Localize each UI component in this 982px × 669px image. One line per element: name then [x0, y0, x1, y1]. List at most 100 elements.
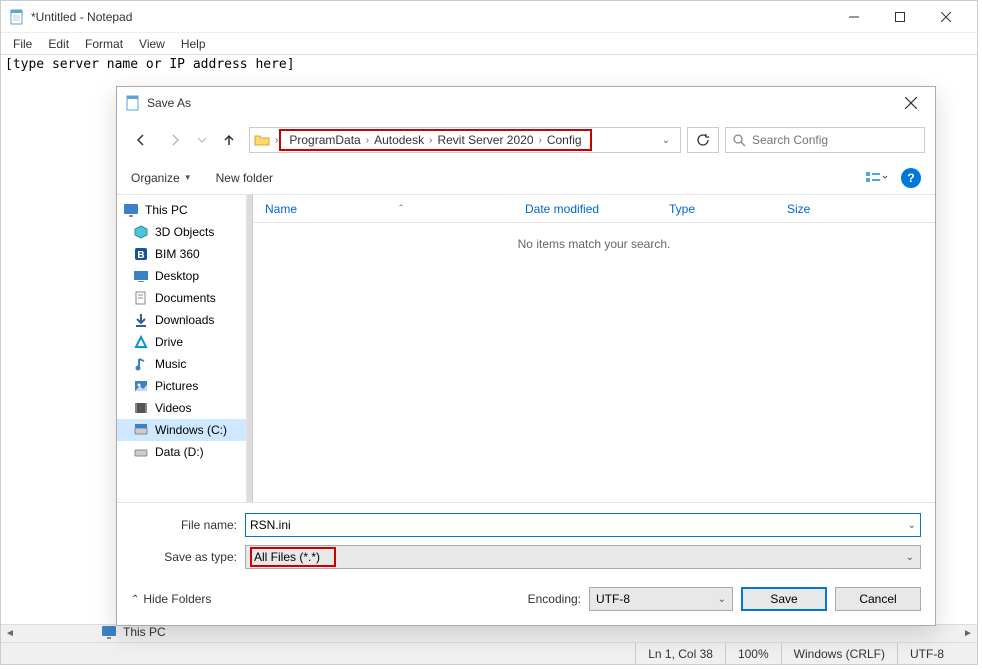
status-position: Ln 1, Col 38 [635, 643, 725, 664]
hide-folders-button[interactable]: ⌃ Hide Folders [131, 592, 211, 606]
new-folder-button[interactable]: New folder [216, 171, 273, 185]
sidebar-downloads[interactable]: Downloads [117, 309, 246, 331]
disk-icon [133, 444, 149, 460]
nav-recent-dropdown[interactable] [195, 126, 209, 154]
column-headers: Name⌃ Date modified Type Size [253, 195, 935, 223]
dialog-close-button[interactable] [895, 89, 927, 117]
filename-input[interactable] [250, 518, 908, 532]
sidebar-pictures[interactable]: Pictures [117, 375, 246, 397]
close-button[interactable] [923, 3, 969, 31]
sidebar-label: Drive [155, 335, 183, 349]
videos-icon [133, 400, 149, 416]
filename-input-wrap[interactable]: ⌄ [245, 513, 921, 537]
sidebar-label: Data (D:) [155, 445, 204, 459]
menu-view[interactable]: View [131, 35, 173, 53]
maximize-button[interactable] [877, 3, 923, 31]
sidebar-label: Pictures [155, 379, 198, 393]
sidebar-label: Music [155, 357, 186, 371]
hide-folders-label: Hide Folders [143, 592, 211, 606]
sidebar-windows-c[interactable]: Windows (C:) [117, 419, 246, 441]
status-encoding: UTF-8 [897, 643, 977, 664]
scroll-left-icon[interactable]: ◄ [1, 625, 19, 643]
save-as-dialog: Save As › ProgramData › Autodesk › Revit… [116, 86, 936, 626]
sidebar-label: Desktop [155, 269, 199, 283]
crumb-programdata[interactable]: ProgramData [285, 133, 364, 147]
scroll-right-icon[interactable]: ► [959, 625, 977, 643]
notepad-icon [9, 9, 25, 25]
sidebar-videos[interactable]: Videos [117, 397, 246, 419]
column-type[interactable]: Type [657, 202, 775, 216]
save-type-label: Save as type: [131, 550, 237, 564]
crumb-config[interactable]: Config [543, 133, 586, 147]
refresh-button[interactable] [687, 127, 719, 153]
save-button[interactable]: Save [741, 587, 827, 611]
help-button[interactable]: ? [901, 168, 921, 188]
status-line-ending: Windows (CRLF) [781, 643, 897, 664]
menu-file[interactable]: File [5, 35, 40, 53]
organize-dropdown[interactable]: Organize ▼ [131, 171, 192, 185]
menu-format[interactable]: Format [77, 35, 131, 53]
minimize-button[interactable] [831, 3, 877, 31]
empty-message: No items match your search. [518, 237, 671, 251]
crumb-revit-server[interactable]: Revit Server 2020 [433, 133, 537, 147]
type-value-highlight: All Files (*.*) [250, 547, 336, 567]
chevron-down-icon: ⌄ [718, 594, 726, 605]
save-type-select[interactable]: All Files (*.*) ⌄ [245, 545, 921, 569]
documents-icon [133, 290, 149, 306]
encoding-select[interactable]: UTF-8 ⌄ [589, 587, 733, 611]
search-box[interactable] [725, 127, 925, 153]
menu-edit[interactable]: Edit [40, 35, 77, 53]
pictures-icon [133, 378, 149, 394]
sidebar-data-d[interactable]: Data (D:) [117, 441, 246, 463]
sidebar-music[interactable]: Music [117, 353, 246, 375]
view-mode-button[interactable] [861, 166, 893, 190]
cancel-button[interactable]: Cancel [835, 587, 921, 611]
column-size[interactable]: Size [775, 202, 935, 216]
notepad-text-area[interactable]: [type server name or IP address here] [1, 55, 977, 74]
desktop-icon [133, 268, 149, 284]
encoding-label: Encoding: [528, 592, 581, 606]
sidebar-label: Windows (C:) [155, 423, 227, 437]
notepad-title: *Untitled - Notepad [31, 10, 831, 24]
dialog-body: This PC 3D Objects BBIM 360 Desktop Docu… [117, 195, 935, 503]
breadcrumb-highlight: ProgramData › Autodesk › Revit Server 20… [279, 129, 591, 151]
chevron-down-icon[interactable]: ⌄ [908, 520, 916, 531]
menu-help[interactable]: Help [173, 35, 214, 53]
status-zoom: 100% [725, 643, 781, 664]
dialog-bottom: File name: ⌄ Save as type: All Files (*.… [117, 503, 935, 625]
dialog-titlebar: Save As [117, 87, 935, 119]
chevron-down-icon: ⌄ [906, 552, 914, 563]
nav-up-button[interactable] [215, 126, 243, 154]
sidebar-label: This PC [145, 203, 188, 217]
breadcrumb: › ProgramData › Autodesk › Revit Server … [274, 129, 592, 151]
disk-icon [133, 422, 149, 438]
sidebar-drive[interactable]: Drive [117, 331, 246, 353]
search-input[interactable] [752, 133, 918, 147]
address-bar[interactable]: › ProgramData › Autodesk › Revit Server … [249, 127, 681, 153]
sidebar-desktop[interactable]: Desktop [117, 265, 246, 287]
autodesk-drive-icon [133, 334, 149, 350]
file-list-body[interactable]: No items match your search. [253, 223, 935, 502]
nav-forward-button[interactable] [161, 126, 189, 154]
column-name[interactable]: Name⌃ [253, 202, 513, 216]
folder-icon [254, 132, 270, 148]
nav-back-button[interactable] [127, 126, 155, 154]
address-dropdown-icon[interactable]: ⌄ [656, 135, 676, 146]
sidebar-3d-objects[interactable]: 3D Objects [117, 221, 246, 243]
sidebar-bim360[interactable]: BBIM 360 [117, 243, 246, 265]
notepad-statusbar: This PC Ln 1, Col 38 100% Windows (CRLF)… [1, 642, 977, 664]
chevron-up-icon: ⌃ [131, 594, 139, 605]
notepad-menubar: File Edit Format View Help [1, 33, 977, 55]
search-icon [732, 133, 746, 147]
sidebar-label: BIM 360 [155, 247, 200, 261]
sidebar-documents[interactable]: Documents [117, 287, 246, 309]
monitor-icon [101, 624, 117, 640]
sidebar-this-pc[interactable]: This PC [117, 199, 246, 221]
crumb-autodesk[interactable]: Autodesk [370, 133, 428, 147]
music-icon [133, 356, 149, 372]
column-date[interactable]: Date modified [513, 202, 657, 216]
dialog-navbar: › ProgramData › Autodesk › Revit Server … [117, 119, 935, 161]
sidebar-label: 3D Objects [155, 225, 214, 239]
type-value: All Files (*.*) [254, 550, 320, 564]
sidebar[interactable]: This PC 3D Objects BBIM 360 Desktop Docu… [117, 195, 247, 502]
